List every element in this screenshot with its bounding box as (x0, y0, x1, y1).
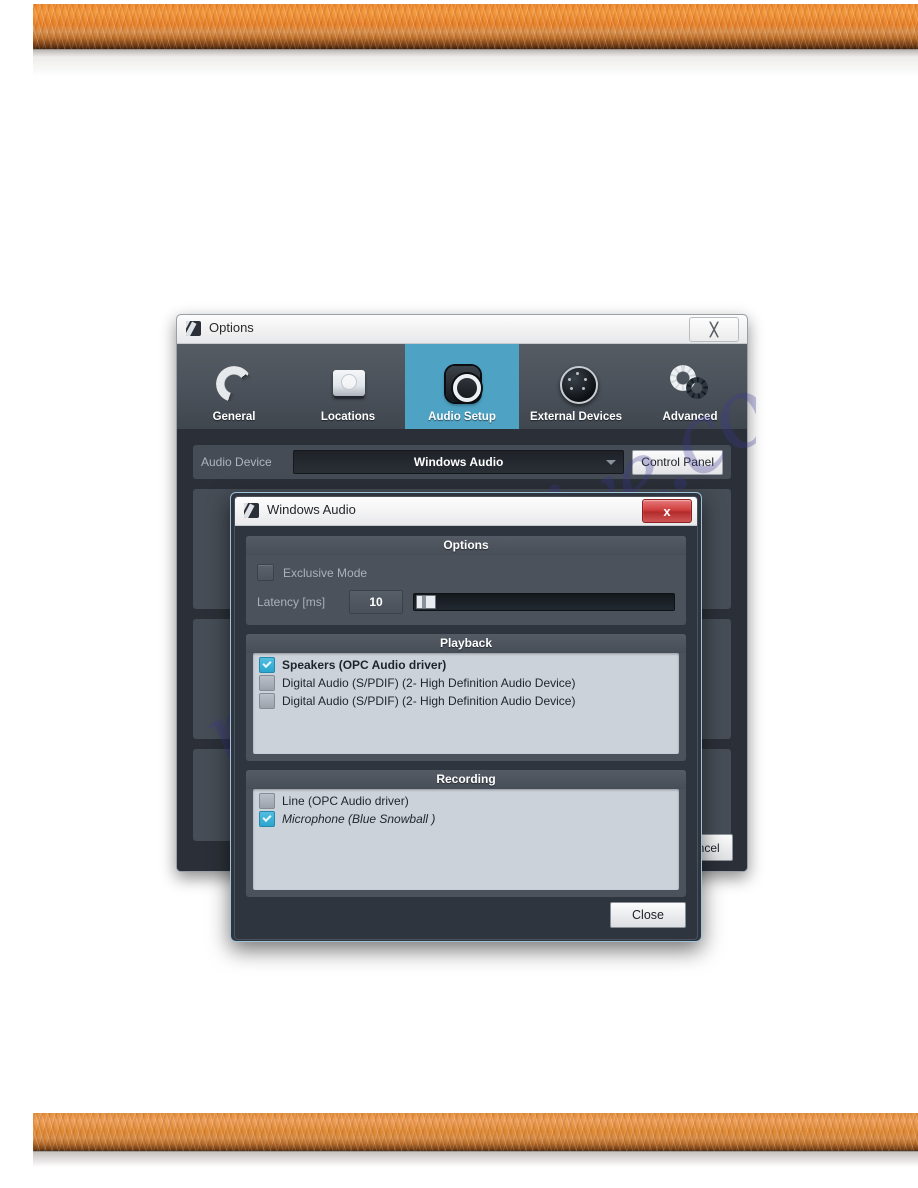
close-button[interactable]: Close (610, 902, 686, 928)
audio-device-row: Audio Device Windows Audio Control Panel (193, 445, 731, 479)
page-left-margin (0, 0, 33, 1188)
playback-device-checkbox[interactable] (259, 657, 275, 673)
playback-device-checkbox[interactable] (259, 693, 275, 709)
windows-audio-dialog: Windows Audio x Options Exclusive Mode L… (230, 492, 702, 942)
list-item[interactable]: Line (OPC Audio driver) (253, 792, 679, 810)
app-logo-icon (186, 321, 201, 336)
latency-label: Latency [ms] (257, 595, 326, 609)
tab-locations-label: Locations (320, 411, 376, 423)
playback-group: Playback Speakers (OPC Audio driver) Dig… (246, 634, 686, 761)
windows-audio-footer: Close (610, 902, 686, 928)
chevron-down-icon (606, 460, 617, 465)
options-tabbar: General Locations Audio Setup External D… (177, 344, 747, 430)
latency-value-field[interactable]: 10 (349, 590, 403, 614)
recording-device-checkbox[interactable] (259, 811, 275, 827)
windows-audio-body: Options Exclusive Mode Latency [ms] 10 P… (235, 526, 697, 897)
page-top-banner-shadow (33, 49, 918, 77)
recording-group: Recording Line (OPC Audio driver) Microp… (246, 770, 686, 897)
tab-advanced-label: Advanced (662, 411, 718, 423)
recording-group-header: Recording (246, 770, 686, 789)
options-group-header: Options (246, 536, 686, 555)
playback-device-checkbox[interactable] (259, 675, 275, 691)
exclusive-mode-checkbox[interactable] (257, 564, 274, 581)
windows-audio-titlebar: Windows Audio x (235, 497, 697, 526)
recording-device-label: Line (OPC Audio driver) (282, 794, 409, 808)
options-window-title: Options (209, 320, 254, 335)
playback-device-label: Digital Audio (S/PDIF) (2- High Definiti… (282, 676, 576, 690)
list-item[interactable]: Microphone (Blue Snowball ) (253, 810, 679, 828)
tab-advanced[interactable]: Advanced (633, 344, 747, 430)
tab-locations[interactable]: Locations (291, 344, 405, 430)
page-bottom-banner-shadow (33, 1151, 918, 1167)
recording-device-label: Microphone (Blue Snowball ) (282, 812, 436, 826)
playback-device-label: Digital Audio (S/PDIF) (2- High Definiti… (282, 694, 576, 708)
list-item[interactable]: Speakers (OPC Audio driver) (253, 656, 679, 674)
tab-external-devices-label: External Devices (529, 411, 623, 423)
refresh-circle-icon (210, 363, 258, 407)
page-top-banner (33, 4, 918, 49)
hard-drive-icon (324, 363, 372, 407)
control-panel-button[interactable]: Control Panel (632, 449, 723, 475)
playback-device-list[interactable]: Speakers (OPC Audio driver) Digital Audi… (253, 653, 679, 754)
exclusive-mode-row[interactable]: Exclusive Mode (257, 564, 675, 581)
tab-general[interactable]: General (177, 344, 291, 430)
options-group: Options Exclusive Mode Latency [ms] 10 (246, 536, 686, 625)
list-item[interactable]: Digital Audio (S/PDIF) (2- High Definiti… (253, 674, 679, 692)
audio-device-value: Windows Audio (413, 455, 504, 469)
close-icon[interactable]: ╳ (689, 317, 739, 342)
latency-slider[interactable] (413, 593, 675, 611)
audio-device-label: Audio Device (201, 455, 272, 469)
close-icon[interactable]: x (642, 499, 692, 523)
recording-device-list[interactable]: Line (OPC Audio driver) Microphone (Blue… (253, 789, 679, 890)
tab-general-label: General (212, 411, 256, 423)
options-titlebar: Options ╳ (177, 315, 747, 344)
tab-audio-setup-label: Audio Setup (428, 411, 496, 423)
playback-group-header: Playback (246, 634, 686, 653)
playback-device-label: Speakers (OPC Audio driver) (282, 658, 447, 672)
tab-external-devices[interactable]: External Devices (519, 344, 633, 430)
app-logo-icon (244, 503, 259, 518)
page-bottom-banner (33, 1113, 918, 1151)
list-item[interactable]: Digital Audio (S/PDIF) (2- High Definiti… (253, 692, 679, 710)
tab-audio-setup[interactable]: Audio Setup (405, 344, 519, 430)
latency-slider-thumb[interactable] (416, 595, 436, 609)
gears-icon (666, 363, 714, 407)
exclusive-mode-label: Exclusive Mode (283, 565, 368, 580)
rotary-knob-icon (552, 363, 600, 407)
windows-audio-title: Windows Audio (267, 502, 356, 517)
recording-device-checkbox[interactable] (259, 793, 275, 809)
latency-row: Latency [ms] 10 (257, 590, 675, 614)
audio-jack-icon (438, 363, 486, 407)
audio-device-dropdown[interactable]: Windows Audio (293, 450, 625, 474)
